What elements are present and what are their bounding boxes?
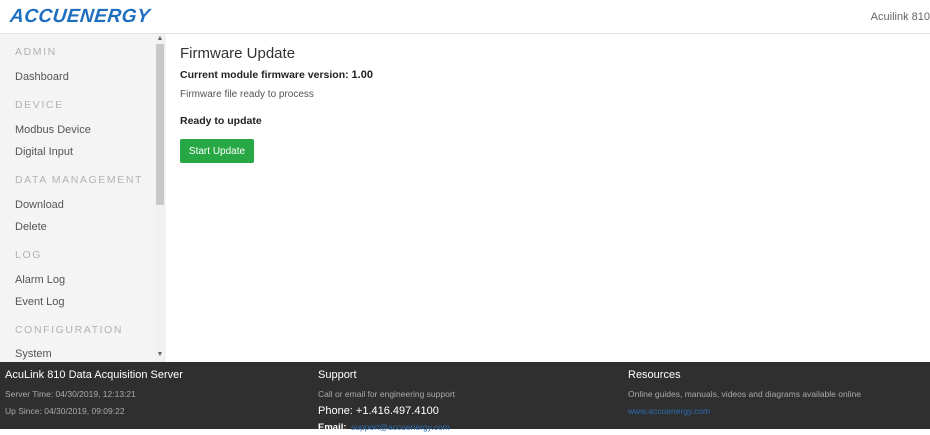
footer-phone: Phone: +1.416.497.4100 [318, 405, 439, 417]
footer-server-time: Server Time: 04/30/2019, 12:13:21 [5, 389, 136, 399]
sidebar-item-modbus-device[interactable]: Modbus Device [15, 124, 91, 136]
sidebar-item-system[interactable]: System [15, 348, 52, 360]
sidebar-item-download[interactable]: Download [15, 199, 64, 211]
sidebar-heading-configuration: CONFIGURATION [15, 324, 124, 336]
sidebar-scroll-thumb[interactable] [156, 44, 164, 205]
ready-status-text: Ready to update [180, 115, 262, 127]
footer: AcuLink 810 Data Acquisition Server Serv… [0, 362, 930, 433]
sidebar-heading-device: DEVICE [15, 99, 64, 111]
sidebar-heading-log: LOG [15, 249, 42, 261]
firmware-version-line: Current module firmware version: 1.00 [180, 69, 373, 81]
footer-support-title: Support [318, 369, 357, 381]
footer-resources-link[interactable]: www.accuenergy.com [628, 406, 710, 416]
firmware-version-label: Current module firmware version: [180, 69, 349, 81]
brand-logo[interactable]: ACCUENERGY [9, 6, 151, 28]
sidebar-heading-admin: ADMIN [15, 46, 57, 58]
sidebar-item-digital-input[interactable]: Digital Input [15, 146, 73, 158]
footer-resources-subtitle: Online guides, manuals, videos and diagr… [628, 389, 861, 399]
sidebar-item-alarm-log[interactable]: Alarm Log [15, 274, 65, 286]
footer-support-subtitle: Call or email for engineering support [318, 389, 456, 399]
scroll-up-icon[interactable]: ▲ [155, 34, 165, 44]
footer-resources-title: Resources [628, 369, 681, 381]
footer-up-since: Up Since: 04/30/2019, 09:09:22 [5, 406, 125, 416]
firmware-status-text: Firmware file ready to process [180, 89, 314, 100]
sidebar-item-event-log[interactable]: Event Log [15, 296, 65, 308]
sidebar: ADMIN Dashboard DEVICE Modbus Device Dig… [0, 34, 166, 362]
footer-email-line: Email: support@accuenergy.com [318, 417, 450, 435]
start-update-button[interactable]: Start Update [180, 139, 254, 163]
device-name-menu[interactable]: Acuilink 810 [871, 11, 930, 23]
top-header: ACCUENERGY Acuilink 810 [0, 0, 930, 34]
sidebar-item-dashboard[interactable]: Dashboard [15, 71, 69, 83]
footer-email-label: Email: [318, 422, 347, 433]
footer-email-link[interactable]: support@accuenergy.com [351, 422, 450, 432]
footer-server-title: AcuLink 810 Data Acquisition Server [5, 369, 183, 381]
scroll-down-icon[interactable]: ▼ [155, 350, 165, 360]
sidebar-item-delete[interactable]: Delete [15, 221, 47, 233]
sidebar-heading-data-management: DATA MANAGEMENT [15, 174, 144, 186]
firmware-version-value: 1.00 [351, 69, 373, 81]
page-title: Firmware Update [180, 45, 296, 62]
